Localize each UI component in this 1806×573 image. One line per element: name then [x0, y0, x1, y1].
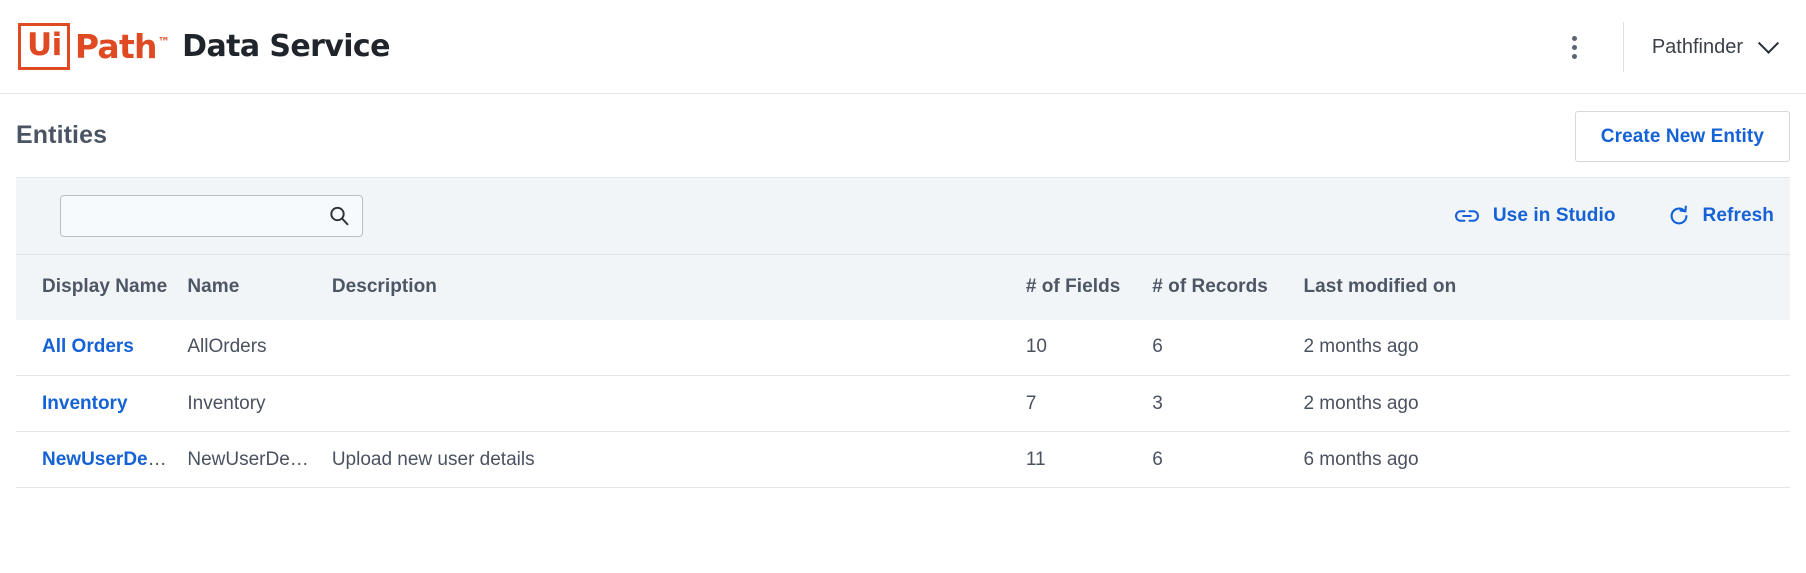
cell-last-modified: 2 months ago [1293, 375, 1790, 432]
cell-num-records: 3 [1142, 375, 1294, 432]
column-header-num-records[interactable]: # of Records [1142, 254, 1294, 320]
uipath-logo: Ui Path™ [18, 23, 170, 70]
cell-display-name: NewUserDetails [16, 431, 178, 488]
cell-last-modified: 2 months ago [1303, 336, 1419, 358]
uipath-logo-path-word: Path [74, 27, 158, 66]
chevron-down-icon [1757, 32, 1780, 54]
tenant-name: Pathfinder [1651, 35, 1743, 58]
cell-num-fields: 11 [1015, 431, 1143, 488]
column-header-display-name[interactable]: Display Name [16, 254, 178, 320]
column-header-num-fields[interactable]: # of Fields [1015, 254, 1143, 320]
search-input[interactable] [60, 195, 363, 237]
page-title: Entities [16, 121, 108, 149]
entities-panel: Use in Studio Refresh Display Name Name … [16, 177, 1790, 488]
app-header-right: Pathfinder [1553, 0, 1806, 94]
cell-display-name: Inventory [16, 375, 178, 432]
product-title: Data Service [182, 28, 390, 64]
cell-description: Upload new user details [321, 431, 1016, 488]
brand-area: Ui Path™ Data Service [18, 23, 390, 70]
entity-link[interactable]: All Orders [42, 336, 134, 357]
refresh-button[interactable]: Refresh [1668, 205, 1774, 227]
more-options-button[interactable] [1553, 25, 1597, 69]
create-new-entity-button[interactable]: Create New Entity [1574, 111, 1790, 162]
table-row[interactable]: Inventory Inventory 7 3 2 months ago [16, 375, 1790, 432]
kebab-dot-icon [1572, 44, 1578, 50]
entity-link[interactable]: Inventory [42, 393, 128, 414]
search-box [60, 195, 363, 237]
cell-num-fields: 10 [1025, 336, 1047, 358]
table-header: Display Name Name Description # of Field… [16, 254, 1790, 320]
cell-name: AllOrders [187, 336, 267, 358]
use-in-studio-label: Use in Studio [1492, 205, 1616, 226]
table-row[interactable]: All Orders AllOrders 10 6 2 months ago [16, 320, 1790, 376]
uipath-logo-ui-box: Ui [18, 23, 70, 70]
trademark-icon: ™ [157, 35, 170, 49]
kebab-dot-icon [1572, 53, 1578, 59]
column-header-last-modified[interactable]: Last modified on [1293, 254, 1790, 320]
cell-num-records: 6 [1142, 431, 1294, 488]
column-header-name[interactable]: Name [177, 254, 322, 320]
cell-description [321, 375, 1016, 432]
entity-link[interactable]: NewUserDetails [42, 449, 177, 470]
table-body: All Orders AllOrders 10 6 2 months ago I… [16, 320, 1790, 488]
use-in-studio-button[interactable]: Use in Studio [1454, 205, 1616, 227]
cell-name: Inventory [177, 375, 322, 432]
page-header: Entities Create New Entity [0, 94, 1806, 177]
cell-num-records: 6 [1152, 336, 1163, 358]
uipath-logo-path-text: Path™ [74, 27, 170, 66]
refresh-label: Refresh [1702, 205, 1774, 226]
cell-num-fields: 7 [1015, 375, 1143, 432]
header-divider [1622, 22, 1624, 72]
cell-description [322, 320, 1016, 376]
column-header-description[interactable]: Description [321, 254, 1016, 320]
refresh-icon [1668, 205, 1690, 227]
entities-table: Display Name Name Description # of Field… [16, 254, 1790, 488]
cell-display-name: All Orders [16, 320, 177, 376]
table-header-row: Display Name Name Description # of Field… [16, 254, 1790, 320]
link-icon [1454, 207, 1480, 225]
table-row[interactable]: NewUserDetails NewUserDetails Upload new… [16, 431, 1790, 488]
cell-last-modified: 6 months ago [1293, 431, 1790, 488]
grid-toolbar: Use in Studio Refresh [16, 178, 1790, 254]
tenant-selector[interactable]: Pathfinder [1651, 32, 1806, 59]
app-header: Ui Path™ Data Service Pathfinder [0, 0, 1806, 94]
cell-name: NewUserDetails [177, 431, 322, 488]
toolbar-actions: Use in Studio Refresh [1454, 205, 1774, 227]
kebab-dot-icon [1572, 35, 1578, 41]
